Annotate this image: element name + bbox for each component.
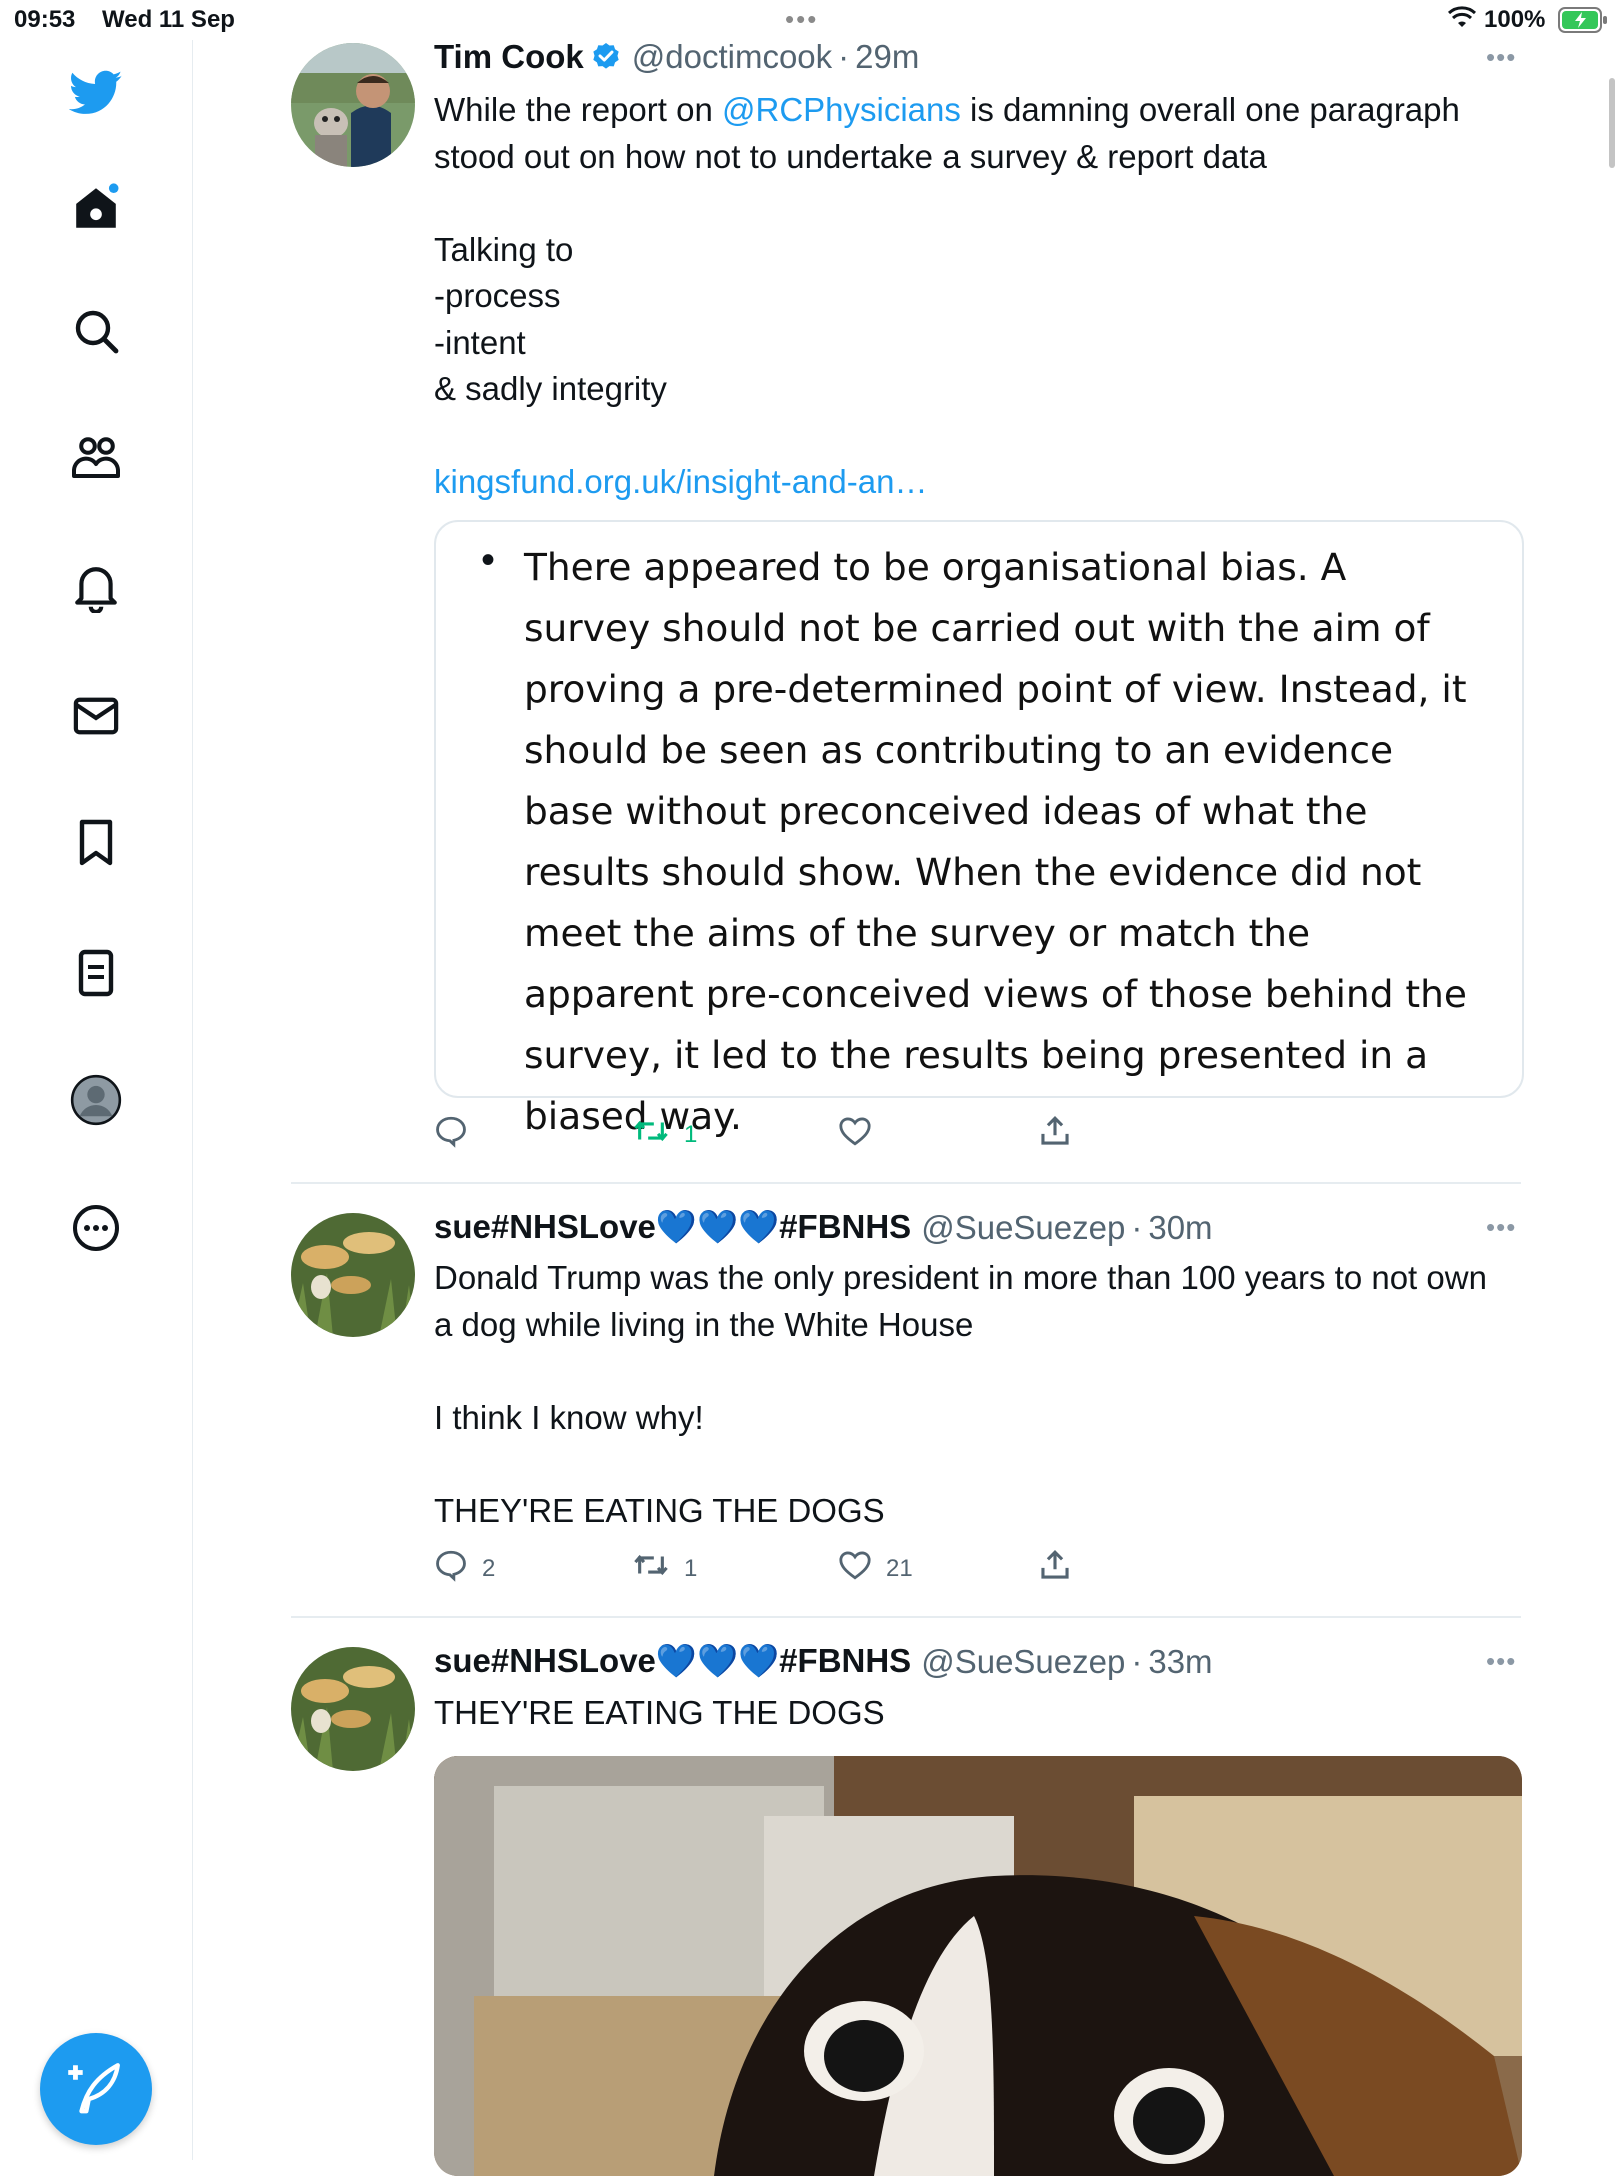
tweet-time[interactable]: 29m	[855, 38, 919, 76]
notifications-icon[interactable]	[68, 560, 124, 616]
separator-dot: ·	[838, 38, 850, 75]
more-options-icon[interactable]: •••	[1486, 1212, 1516, 1243]
tweet-text-part: While the report on	[434, 91, 722, 128]
verified-badge-icon	[590, 41, 622, 73]
separator-dot: ·	[1131, 1208, 1143, 1246]
url-link[interactable]: kingsfund.org.uk/insight-and-an…	[434, 463, 927, 500]
scrollbar-thumb[interactable]	[1609, 78, 1615, 168]
reply-button[interactable]	[434, 1114, 482, 1155]
bookmarks-icon[interactable]	[68, 815, 124, 871]
status-bar: 09:53 Wed 11 Sep ••• 100%	[0, 0, 1620, 40]
author-handle[interactable]: @doctimcook	[632, 38, 832, 76]
tweet-time[interactable]: 33m	[1148, 1643, 1212, 1681]
tweet-time[interactable]: 30m	[1148, 1209, 1212, 1247]
compose-tweet-icon	[67, 2058, 125, 2121]
status-time: 09:53	[14, 6, 76, 33]
tweet-actions: 1	[434, 1114, 1134, 1154]
avatar[interactable]	[291, 1647, 415, 1771]
author-name[interactable]: sue#NHSLove💙💙💙#FBNHS	[434, 1642, 911, 1681]
tweet-header: sue#NHSLove💙💙💙#FBNHS @SueSuezep · 33m	[434, 1642, 1213, 1681]
twitter-logo-icon[interactable]	[68, 65, 124, 121]
quoted-text: There appeared to be organisational bias…	[524, 545, 1467, 1138]
communities-icon[interactable]	[68, 430, 124, 486]
compose-tweet-button[interactable]	[40, 2033, 152, 2145]
author-handle[interactable]: @SueSuezep	[921, 1209, 1125, 1247]
lists-icon[interactable]	[68, 945, 124, 1001]
retweet-button[interactable]: 1	[632, 1548, 697, 1589]
messages-icon[interactable]	[68, 688, 124, 744]
share-icon	[1038, 1114, 1072, 1155]
tweet-actions: 2 1 21	[434, 1548, 1134, 1588]
tweet-text-part: is damning overall one paragraph stood o…	[434, 91, 1460, 407]
like-count: 21	[886, 1554, 913, 1582]
tweet-text: THEY'RE EATING THE DOGS	[434, 1694, 885, 1731]
avatar[interactable]	[291, 1213, 415, 1337]
separator-dot: ·	[1131, 1642, 1143, 1680]
tweet-media-image[interactable]	[434, 1756, 1522, 2176]
multitasking-dots-icon[interactable]: •••	[785, 4, 818, 35]
share-icon	[1038, 1548, 1072, 1589]
reply-icon	[434, 1114, 468, 1155]
tweet-divider	[291, 1616, 1521, 1618]
home-icon[interactable]	[68, 180, 124, 236]
share-button[interactable]	[1038, 1114, 1072, 1155]
author-name[interactable]: sue#NHSLove💙💙💙#FBNHS	[434, 1208, 911, 1247]
heart-icon	[838, 1548, 872, 1589]
retweet-count: 1	[684, 1120, 698, 1148]
retweet-count: 1	[684, 1554, 698, 1582]
avatar[interactable]	[291, 43, 415, 167]
reply-button[interactable]: 2	[434, 1548, 495, 1589]
tweet-text: Donald Trump was the only president in m…	[434, 1259, 1487, 1529]
tweet-header: Tim Cook @doctimcook · 29m	[434, 38, 919, 76]
like-button[interactable]	[838, 1114, 886, 1155]
author-handle[interactable]: @SueSuezep	[921, 1643, 1125, 1681]
retweet-button[interactable]: 1	[632, 1114, 697, 1155]
mention-link[interactable]: @RCPhysicians	[722, 91, 961, 128]
wifi-icon	[1447, 6, 1477, 35]
more-options-icon[interactable]: •••	[1486, 42, 1516, 73]
heart-icon	[838, 1114, 872, 1155]
retweet-icon	[632, 1114, 670, 1155]
like-button[interactable]: 21	[838, 1548, 913, 1589]
search-icon[interactable]	[68, 303, 124, 359]
tweet-text: While the report on @RCPhysicians is dam…	[434, 87, 1514, 506]
reply-count: 2	[482, 1554, 496, 1582]
more-options-icon[interactable]: •••	[1486, 1646, 1516, 1677]
retweet-icon	[632, 1548, 670, 1589]
battery-icon	[1558, 7, 1608, 38]
tweet-header: sue#NHSLove💙💙💙#FBNHS @SueSuezep · 30m	[434, 1208, 1213, 1247]
author-name[interactable]: Tim Cook	[434, 38, 584, 76]
profile-icon[interactable]	[68, 1072, 124, 1128]
reply-icon	[434, 1548, 468, 1589]
tweet-divider	[291, 1182, 1521, 1184]
bullet: •	[481, 538, 496, 582]
status-date: Wed 11 Sep	[102, 6, 235, 33]
sidebar-nav	[0, 40, 193, 2160]
more-icon[interactable]	[68, 1200, 124, 1256]
battery-percent: 100%	[1484, 6, 1546, 33]
quoted-image-card[interactable]: • There appeared to be organisational bi…	[434, 520, 1524, 1138]
share-button[interactable]	[1038, 1548, 1072, 1589]
